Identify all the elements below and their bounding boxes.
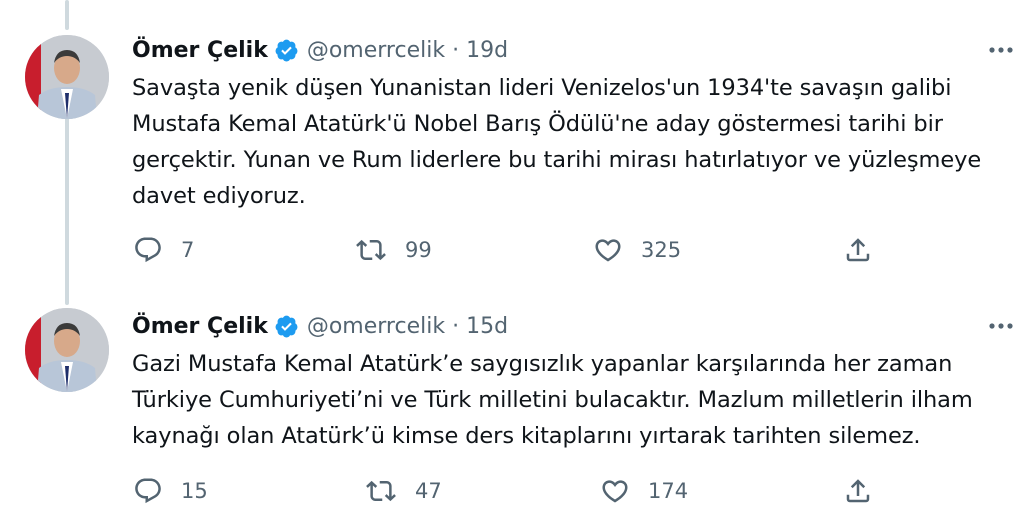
tweet-2[interactable]: Ömer Çelik @omerrcelik · 15d Gazi Mustaf… [0, 290, 1028, 525]
reply-button[interactable]: 7 [133, 232, 194, 268]
verified-badge-icon [275, 39, 298, 61]
like-icon [595, 239, 621, 262]
retweet-icon [356, 239, 386, 261]
separator-dot: · [452, 37, 460, 63]
retweet-count: 47 [415, 479, 442, 503]
tweet-header: Ömer Çelik @omerrcelik · 15d [132, 311, 508, 341]
tweet-timestamp[interactable]: 15d [466, 314, 508, 339]
like-count: 174 [648, 479, 689, 503]
tweet-text: Gazi Mustafa Kemal Atatürk’e saygısızlık… [132, 351, 973, 449]
retweet-count: 99 [405, 238, 432, 262]
reply-button[interactable]: 15 [133, 473, 208, 509]
author-handle[interactable]: @omerrcelik [307, 314, 445, 339]
like-icon [602, 480, 628, 503]
tweet-actions: 15 47 174 [0, 473, 1028, 509]
author-name[interactable]: Ömer Çelik [132, 38, 268, 63]
reply-icon [135, 237, 161, 263]
reply-count: 15 [181, 479, 208, 503]
separator-dot: · [452, 313, 460, 339]
avatar[interactable] [25, 35, 109, 119]
verified-badge-icon [275, 315, 298, 337]
author-name[interactable]: Ömer Çelik [132, 314, 268, 339]
reply-icon [135, 478, 161, 504]
more-icon[interactable] [986, 311, 1016, 341]
tweet-timestamp[interactable]: 19d [466, 38, 508, 63]
author-handle[interactable]: @omerrcelik [307, 38, 445, 63]
retweet-button[interactable]: 99 [355, 232, 432, 268]
tweet-1[interactable]: Ömer Çelik @omerrcelik · 19d Savaşta yen… [0, 0, 1028, 290]
share-button[interactable] [843, 232, 873, 268]
tweet-text: Savaşta yenik düşen Yunanistan lideri Ve… [132, 75, 982, 209]
tweet-actions: 7 99 325 [0, 232, 1028, 268]
avatar[interactable] [25, 308, 109, 392]
retweet-icon [366, 480, 396, 502]
like-button[interactable]: 325 [593, 232, 681, 268]
like-button[interactable]: 174 [600, 473, 688, 509]
more-icon[interactable] [986, 35, 1016, 65]
share-button[interactable] [843, 473, 873, 509]
share-icon [846, 479, 870, 503]
like-count: 325 [641, 238, 682, 262]
reply-count: 7 [181, 238, 195, 262]
retweet-button[interactable]: 47 [365, 473, 442, 509]
share-icon [846, 238, 870, 262]
tweet-header: Ömer Çelik @omerrcelik · 19d [132, 35, 508, 65]
